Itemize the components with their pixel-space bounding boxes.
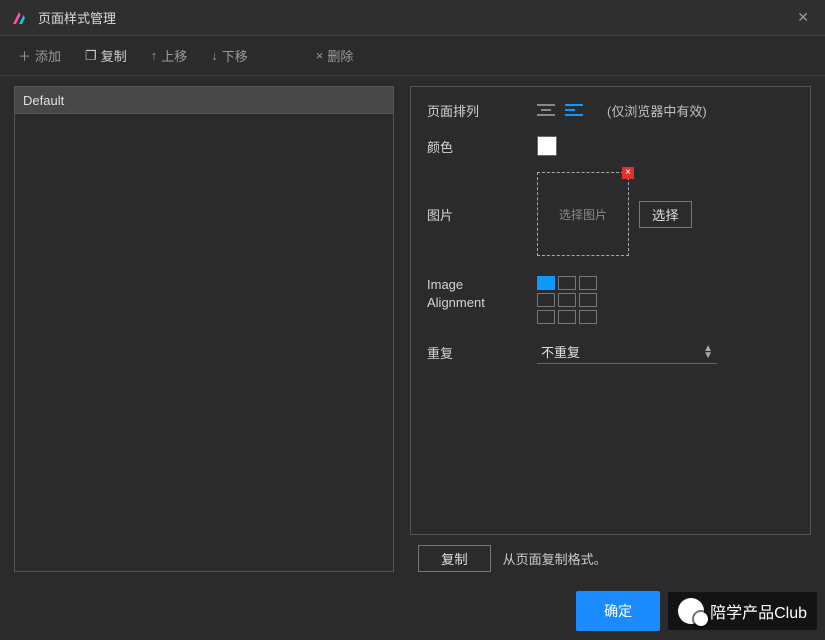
wechat-icon [678,598,704,624]
app-logo-icon [10,9,28,27]
align-cell-top-center[interactable] [558,276,576,290]
duplicate-button[interactable]: ❐ 复制 [85,46,127,65]
align-cell-bot-left[interactable] [537,310,555,324]
style-list-body[interactable] [14,114,394,572]
copy-from-page-button[interactable]: 复制 [418,545,491,572]
plus-icon: ＋ [18,46,31,65]
arrow-up-icon: ↑ [151,48,158,63]
align-cell-bot-center[interactable] [558,310,576,324]
image-alignment-grid [537,276,597,324]
image-clear-icon[interactable]: × [622,167,634,179]
align-cell-mid-left[interactable] [537,293,555,307]
image-alignment-label: Image Alignment [427,276,537,312]
move-up-button[interactable]: ↑ 上移 [151,46,188,65]
move-down-button[interactable]: ↓ 下移 [211,46,248,65]
delete-button[interactable]: × 删除 [316,46,354,65]
page-alignment-label: 页面排列 [427,101,537,120]
chevron-updown-icon: ▲▼ [703,345,713,359]
choose-image-button[interactable]: 选择 [639,201,692,228]
watermark-text: 陪学产品Club [710,599,807,623]
align-left-icon[interactable] [565,104,583,118]
image-dropzone[interactable]: × 选择图片 [537,172,629,256]
add-button[interactable]: ＋ 添加 [18,46,61,65]
repeat-value: 不重复 [541,342,580,361]
image-placeholder: 选择图片 [559,206,607,223]
window-title: 页面样式管理 [38,8,791,27]
ok-button[interactable]: 确定 [576,591,660,631]
style-list-item[interactable]: Default [14,86,394,114]
arrow-down-icon: ↓ [211,48,218,63]
image-label: 图片 [427,205,537,224]
color-swatch[interactable] [537,136,557,156]
watermark: 陪学产品Club [668,592,817,630]
repeat-label: 重复 [427,343,537,362]
close-icon[interactable]: ✕ [791,5,815,30]
duplicate-icon: ❐ [85,48,97,64]
color-label: 颜色 [427,137,537,156]
repeat-select[interactable]: 不重复 ▲▼ [537,340,717,364]
page-alignment-hint: (仅浏览器中有效) [607,101,707,120]
align-cell-mid-center[interactable] [558,293,576,307]
align-cell-top-right[interactable] [579,276,597,290]
copy-hint: 从页面复制格式。 [503,549,607,568]
align-center-icon[interactable] [537,104,555,118]
delete-icon: × [316,48,324,63]
align-cell-top-left[interactable] [537,276,555,290]
align-cell-bot-right[interactable] [579,310,597,324]
align-cell-mid-right[interactable] [579,293,597,307]
style-name: Default [23,93,64,108]
